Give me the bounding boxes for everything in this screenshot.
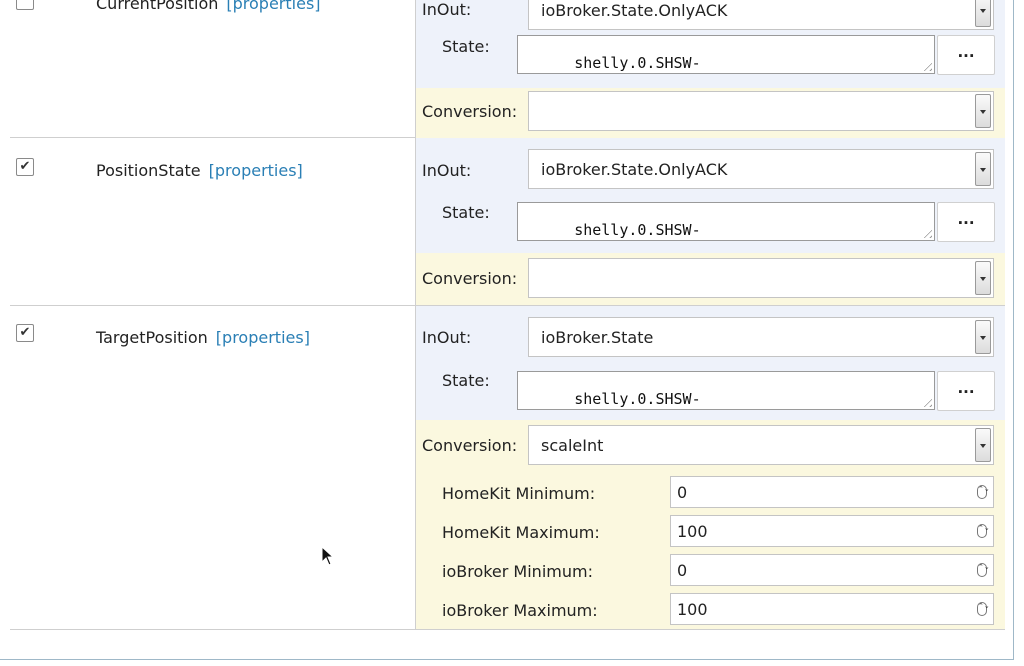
param-label-iobroker-min: ioBroker Minimum: bbox=[442, 562, 593, 581]
inout-value: ioBroker.State bbox=[541, 328, 654, 347]
characteristic-row-position-state: ✔ PositionState [properties] InOut: ioBro… bbox=[10, 138, 1005, 306]
properties-link[interactable]: [properties] bbox=[216, 328, 310, 347]
inout-label: InOut: bbox=[422, 328, 472, 347]
inout-value: ioBroker.State.OnlyACK bbox=[541, 160, 728, 179]
conversion-select[interactable] bbox=[528, 258, 994, 298]
homekit-max-value: 100 bbox=[677, 522, 708, 541]
homekit-min-input[interactable]: 0 ⌃⌄ bbox=[670, 476, 994, 508]
iobroker-max-value: 100 bbox=[677, 600, 708, 619]
characteristic-row-current-position: CurrentPosition [properties] InOut: ioBro… bbox=[10, 0, 1005, 138]
param-label-homekit-max: HomeKit Maximum: bbox=[442, 523, 600, 542]
characteristic-label: PositionState bbox=[96, 161, 201, 180]
state-textarea[interactable]: shelly.0.SHSW- 25#68C63AF9A8A4#1.Shutter… bbox=[517, 202, 935, 241]
resize-grip-icon[interactable] bbox=[920, 226, 932, 238]
conversion-value: scaleInt bbox=[541, 436, 604, 455]
spinner-icon[interactable]: ⌃⌄ bbox=[977, 524, 990, 538]
mouse-cursor-icon bbox=[321, 546, 335, 566]
characteristic-label: CurrentPosition bbox=[96, 0, 219, 13]
iobroker-max-input[interactable]: 100 ⌃⌄ bbox=[670, 593, 994, 625]
conversion-band: Conversion: bbox=[416, 253, 1005, 305]
state-textarea[interactable]: shelly.0.SHSW- 25#68C63AF9A8A4#1.Shutter… bbox=[517, 35, 935, 74]
chevron-down-icon bbox=[975, 261, 991, 295]
resize-grip-icon[interactable] bbox=[920, 395, 932, 407]
param-label-homekit-min: HomeKit Minimum: bbox=[442, 484, 596, 503]
characteristic-label: TargetPosition bbox=[96, 328, 208, 347]
homekit-max-input[interactable]: 100 ⌃⌄ bbox=[670, 515, 994, 547]
characteristic-name: PositionState [properties] bbox=[96, 161, 303, 180]
resize-grip-icon[interactable] bbox=[920, 59, 932, 71]
chevron-down-icon bbox=[975, 428, 991, 462]
conversion-select[interactable]: scaleInt bbox=[528, 425, 994, 465]
conversion-band: Conversion: bbox=[416, 88, 1005, 138]
characteristic-row-target-position: ✔ TargetPosition [properties] InOut: ioBr… bbox=[10, 306, 1005, 630]
state-select-button[interactable]: ... bbox=[937, 202, 995, 242]
characteristic-checkbox[interactable] bbox=[16, 0, 34, 10]
chevron-down-icon bbox=[975, 152, 991, 186]
spinner-icon[interactable]: ⌃⌄ bbox=[977, 485, 990, 499]
state-select-button[interactable]: ... bbox=[937, 371, 995, 411]
state-value: shelly.0.SHSW- 25#68C63AF9A8A4#1.Shutter… bbox=[520, 221, 827, 240]
characteristic-name-cell: ✔ PositionState [properties] bbox=[10, 138, 416, 305]
inout-select[interactable]: ioBroker.State.OnlyACK bbox=[528, 149, 994, 189]
inout-select[interactable]: ioBroker.State.OnlyACK bbox=[528, 0, 994, 30]
chevron-down-icon bbox=[975, 0, 991, 27]
state-textarea[interactable]: shelly.0.SHSW- 25#68C63AF9A8A4#1.Shutter… bbox=[517, 371, 935, 410]
chevron-down-icon bbox=[975, 94, 991, 128]
conversion-label: Conversion: bbox=[422, 102, 518, 121]
characteristic-name: CurrentPosition [properties] bbox=[96, 0, 321, 13]
conversion-band: Conversion: scaleInt HomeKit Minimum: 0 … bbox=[416, 420, 1005, 629]
characteristic-checkbox[interactable]: ✔ bbox=[16, 324, 34, 342]
param-label-iobroker-max: ioBroker Maximum: bbox=[442, 601, 598, 620]
properties-link[interactable]: [properties] bbox=[226, 0, 320, 13]
inout-label: InOut: bbox=[422, 0, 472, 19]
chevron-down-icon bbox=[975, 320, 991, 354]
iobroker-min-value: 0 bbox=[677, 561, 688, 580]
state-value: shelly.0.SHSW- 25#68C63AF9A8A4#1.Shutter… bbox=[520, 54, 827, 73]
characteristic-config-cell: InOut: ioBroker.State.OnlyACK State: she… bbox=[416, 138, 1005, 305]
characteristic-name: TargetPosition [properties] bbox=[96, 328, 310, 347]
conversion-select[interactable] bbox=[528, 91, 994, 131]
homekit-min-value: 0 bbox=[677, 483, 688, 502]
characteristic-name-cell: CurrentPosition [properties] bbox=[10, 0, 416, 137]
state-label: State: bbox=[442, 371, 490, 390]
characteristic-config-cell: InOut: ioBroker.State State: shelly.0.SH… bbox=[416, 306, 1005, 629]
iobroker-min-input[interactable]: 0 ⌃⌄ bbox=[670, 554, 994, 586]
characteristic-name-cell: ✔ TargetPosition [properties] bbox=[10, 306, 416, 629]
state-label: State: bbox=[442, 203, 490, 222]
conversion-label: Conversion: bbox=[422, 436, 518, 455]
characteristic-config-cell: InOut: ioBroker.State.OnlyACK State: she… bbox=[416, 0, 1005, 138]
inout-value: ioBroker.State.OnlyACK bbox=[541, 1, 728, 20]
state-label: State: bbox=[442, 37, 490, 56]
state-select-button[interactable]: ... bbox=[937, 35, 995, 75]
inout-label: InOut: bbox=[422, 161, 472, 180]
properties-link[interactable]: [properties] bbox=[209, 161, 303, 180]
spinner-icon[interactable]: ⌃⌄ bbox=[977, 563, 990, 577]
conversion-label: Conversion: bbox=[422, 269, 518, 288]
spinner-icon[interactable]: ⌃⌄ bbox=[977, 602, 990, 616]
state-value: shelly.0.SHSW- 25#68C63AF9A8A4#1.Shutter… bbox=[520, 390, 827, 409]
characteristic-checkbox[interactable]: ✔ bbox=[16, 158, 34, 176]
inout-select[interactable]: ioBroker.State bbox=[528, 317, 994, 357]
